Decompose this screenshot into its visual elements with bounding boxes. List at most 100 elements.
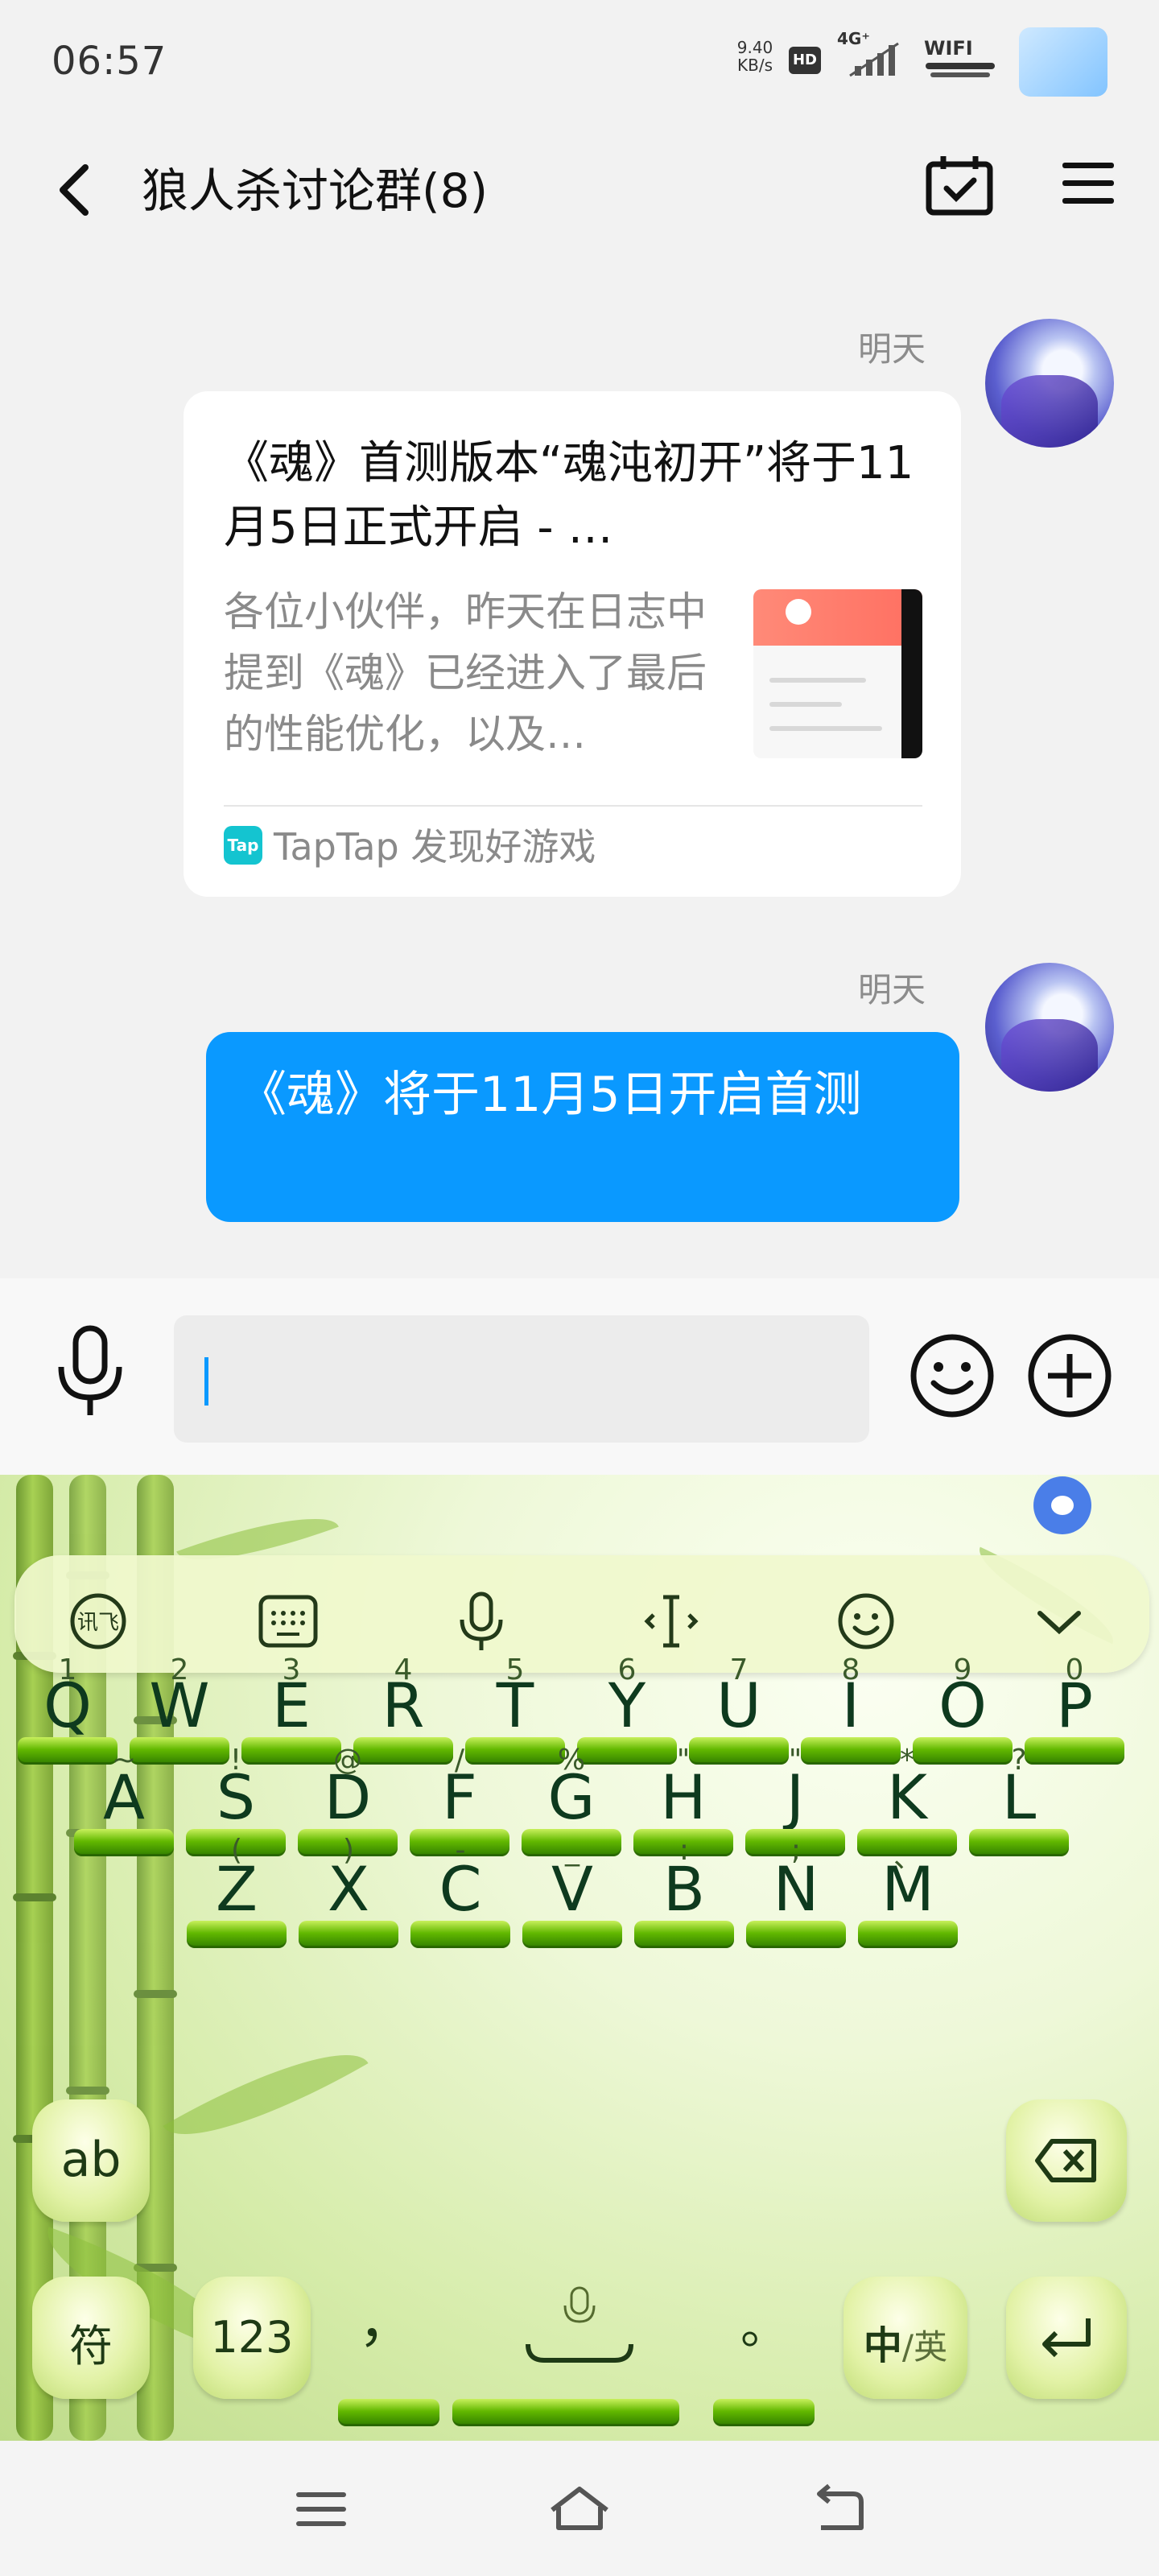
key-x[interactable]: X	[292, 1853, 405, 1925]
key-j[interactable]: J	[739, 1761, 852, 1833]
back-icon[interactable]	[805, 2483, 869, 2537]
key-p[interactable]: P	[1018, 1670, 1131, 1741]
key-bar-decoration	[858, 1921, 958, 1948]
key-n[interactable]: N	[740, 1853, 852, 1925]
language-alt-label: /英	[901, 2327, 948, 2367]
ab-key-label: ab	[60, 2132, 122, 2188]
chat-header: 狼人杀讨论群(8)	[0, 129, 1159, 242]
plus-icon[interactable]	[1025, 1331, 1114, 1420]
avatar[interactable]	[985, 319, 1114, 448]
key-e[interactable]: E	[235, 1670, 348, 1741]
key-bar-decoration	[299, 1921, 398, 1948]
key-v[interactable]: V	[516, 1853, 629, 1925]
microphone-icon[interactable]	[449, 1589, 514, 1653]
status-time: 06:57	[52, 39, 167, 84]
chat-title: 狼人杀讨论群(8)	[142, 163, 489, 218]
key-s[interactable]: S	[179, 1761, 292, 1833]
wifi-label: WIFI	[924, 37, 973, 60]
number-key[interactable]: 123	[193, 2277, 311, 2399]
key-l[interactable]: L	[963, 1761, 1075, 1833]
text-caret	[204, 1357, 208, 1406]
key-a[interactable]: A	[68, 1761, 180, 1833]
keyboard: 讯飞 1Q2W3E4R5T6Y7U8I9O0P ~ A! S @ D / F% G " H " J * K…	[0, 1475, 1159, 2441]
enter-key[interactable]	[1006, 2277, 1127, 2399]
key-g[interactable]: G	[515, 1761, 628, 1833]
key-i[interactable]: I	[794, 1670, 907, 1741]
language-switch-label: 中/英	[843, 2314, 967, 2370]
key-bar-decoration	[746, 1921, 846, 1948]
enter-icon	[1042, 2318, 1091, 2358]
key-y[interactable]: Y	[571, 1670, 683, 1741]
key-w[interactable]: W	[123, 1670, 236, 1741]
key-bar-decoration	[522, 1921, 622, 1948]
backspace-key[interactable]	[1006, 2099, 1127, 2222]
key-t[interactable]: T	[459, 1670, 571, 1741]
key-m[interactable]: M	[852, 1853, 964, 1925]
status-avatar-icon	[1019, 27, 1107, 97]
key-d[interactable]: D	[291, 1761, 404, 1833]
avatar[interactable]	[985, 963, 1114, 1092]
keyboard-logo-icon[interactable]	[1033, 1476, 1091, 1534]
message-sender: 明天	[858, 970, 926, 1009]
system-nav-bar	[0, 2441, 1159, 2576]
period-key[interactable]: 。	[724, 2288, 805, 2368]
emoji-icon[interactable]	[908, 1331, 996, 1420]
network-type: 4G⁺	[837, 29, 870, 48]
key-bar-decoration	[634, 1921, 734, 1948]
input-bar	[0, 1278, 1159, 1475]
key-q[interactable]: Q	[11, 1670, 124, 1741]
message-text: 《魂》将于11月5日开启首测	[238, 1067, 862, 1123]
ab-key[interactable]: ab	[32, 2099, 150, 2222]
key-bar-decoration	[74, 1829, 174, 1856]
network-speed-value: 9.40	[736, 38, 773, 57]
comma-key[interactable]: ，	[354, 2277, 419, 2373]
key-bar-decoration	[452, 2399, 679, 2426]
voice-assistant-icon[interactable]: 讯飞	[66, 1589, 130, 1653]
message-input[interactable]	[174, 1315, 869, 1443]
home-icon[interactable]	[547, 2483, 612, 2537]
card-thumbnail	[753, 589, 922, 758]
key-bar-decoration	[187, 1921, 287, 1948]
key-b[interactable]: B	[628, 1853, 740, 1925]
card-source: TapTap 发现好游戏	[274, 825, 596, 869]
key-z[interactable]: Z	[180, 1853, 293, 1925]
collapse-keyboard-icon[interactable]	[1027, 1589, 1091, 1653]
leaf-decoration	[163, 2021, 369, 2168]
text-cursor-icon[interactable]	[639, 1589, 703, 1653]
card-title: 《魂》首测版本“魂沌初开”将于11月5日正式开启 - …	[224, 437, 914, 554]
recent-apps-icon[interactable]	[290, 2483, 354, 2537]
key-k[interactable]: K	[851, 1761, 963, 1833]
key-bar-decoration	[410, 1921, 510, 1948]
message-sender: 明天	[858, 329, 926, 369]
network-speed: 9.40 KB/s	[731, 39, 779, 74]
link-card[interactable]: 《魂》首测版本“魂沌初开”将于11月5日正式开启 - … 各位小伙伴，昨天在日志…	[184, 391, 961, 897]
svg-text:讯飞: 讯飞	[77, 1611, 119, 1635]
key-u[interactable]: U	[683, 1670, 795, 1741]
wifi-icon: WIFI	[924, 37, 1000, 82]
space-key[interactable]	[515, 2280, 644, 2376]
language-switch-key[interactable]: 中/英	[843, 2277, 967, 2399]
menu-icon[interactable]	[1059, 158, 1117, 209]
keyboard-layout-icon[interactable]	[256, 1589, 320, 1653]
key-r[interactable]: R	[347, 1670, 460, 1741]
key-bar-decoration	[713, 2399, 815, 2426]
network-speed-unit: KB/s	[737, 56, 773, 75]
microphone-icon	[526, 2286, 633, 2363]
voice-input-icon[interactable]	[52, 1323, 129, 1420]
key-o[interactable]: O	[906, 1670, 1019, 1741]
chevron-left-icon[interactable]	[50, 158, 98, 222]
emoji-icon[interactable]	[834, 1589, 898, 1653]
language-main-label: 中	[863, 2323, 902, 2368]
backspace-icon	[1035, 2139, 1096, 2182]
message-bubble[interactable]: 《魂》将于11月5日开启首测	[206, 1032, 959, 1222]
calendar-check-icon[interactable]	[924, 153, 995, 217]
cellular-signal-icon: 4G⁺	[837, 29, 901, 80]
status-bar: 06:57 9.40 KB/s HD 4G⁺ WIFI	[0, 0, 1159, 121]
number-key-label: 123	[210, 2312, 294, 2363]
symbol-key[interactable]: 符	[32, 2277, 150, 2399]
key-c[interactable]: C	[404, 1853, 517, 1925]
symbol-key-label: 符	[69, 2321, 113, 2372]
card-divider	[224, 805, 922, 807]
key-f[interactable]: F	[403, 1761, 516, 1833]
key-h[interactable]: H	[627, 1761, 740, 1833]
